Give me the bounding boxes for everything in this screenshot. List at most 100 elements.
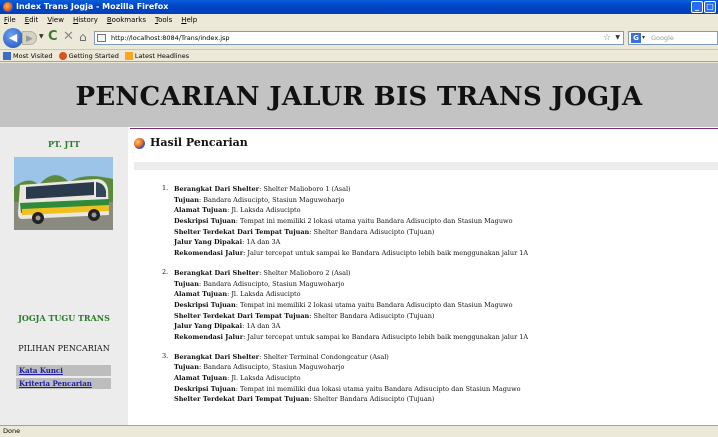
navigation-toolbar: ◀ ▶ ▼ C ✕ ⌂ http://localhost:8084/Trans/… xyxy=(0,26,718,50)
field-label: Tujuan xyxy=(174,279,199,288)
results-list: 1. Berangkat Dari Shelter: Shelter Malio… xyxy=(148,184,718,414)
back-button[interactable]: ◀ xyxy=(3,28,23,48)
field-label: Deskripsi Tujuan xyxy=(174,384,236,393)
history-dropdown-icon[interactable]: ▼ xyxy=(39,33,44,40)
field-value: : Tempat ini memiliki 2 lokasi utama yai… xyxy=(235,217,513,226)
firefox-icon xyxy=(3,2,13,12)
menu-edit[interactable]: Edit xyxy=(25,14,39,26)
bookmark-label: Latest Headlines xyxy=(134,51,190,60)
field-label: Deskripsi Tujuan xyxy=(174,217,236,226)
field-value: : Tempat ini memiliki 2 lokasi utama yai… xyxy=(235,300,513,309)
field-label: Berangkat Dari Shelter xyxy=(174,185,260,193)
stop-icon[interactable]: ✕ xyxy=(63,29,74,44)
field-label: Jalur Yang Dipakai xyxy=(174,322,243,331)
bookmark-getting-started[interactable]: Getting Started xyxy=(58,50,119,61)
divider xyxy=(130,128,718,129)
header-banner: PENCARIAN JALUR BIS TRANS JOGJA xyxy=(0,63,718,127)
minimize-button[interactable]: _ xyxy=(691,1,703,13)
field-value: : Shelter Bandara Adisucipto (Tujuan) xyxy=(309,395,435,404)
link-kriteria-pencarian[interactable]: Kriteria Pencarian xyxy=(16,378,111,389)
field-value: : Shelter Malioboro 1 (Asal) xyxy=(259,185,351,193)
main-panel: Hasil Pencarian 1. Berangkat Dari Shelte… xyxy=(128,127,718,425)
field-label: Alamat Tujuan xyxy=(174,206,228,215)
status-bar: Done xyxy=(0,425,718,437)
globe-icon xyxy=(134,138,145,149)
maximize-button[interactable]: □ xyxy=(704,1,716,13)
field-value: : Bandara Adisucipto, Stasiun Maguwoharj… xyxy=(198,363,345,372)
field-value: : Jalur tercepat untuk sampai ke Bandara… xyxy=(243,332,529,341)
field-label: Berangkat Dari Shelter xyxy=(174,268,260,277)
field-label: Berangkat Dari Shelter xyxy=(174,352,260,361)
bookmark-label: Most Visited xyxy=(13,51,53,60)
menu-history[interactable]: History xyxy=(73,14,98,26)
search-engine-dropdown-icon[interactable]: ▾ xyxy=(642,32,645,44)
field-label: Tujuan xyxy=(174,363,199,372)
search-placeholder: Google xyxy=(651,34,674,42)
field-label: Deskripsi Tujuan xyxy=(174,300,236,309)
field-value: : Jl. Laksda Adisucipto xyxy=(227,374,301,382)
field-label: Jalur Yang Dipakai xyxy=(174,238,243,247)
field-value: : 1A dan 3A xyxy=(242,238,281,247)
forward-button[interactable]: ▶ xyxy=(22,31,37,45)
field-value: : Bandara Adisucipto, Stasiun Maguwoharj… xyxy=(198,195,345,204)
field-value: : Bandara Adisucipto, Stasiun Maguwoharj… xyxy=(198,279,345,288)
field-label: Shelter Terdekat Dari Tempat Tujuan xyxy=(174,227,310,236)
list-item: 3. Berangkat Dari Shelter: Shelter Termi… xyxy=(148,352,718,405)
reload-icon[interactable]: C xyxy=(48,29,58,44)
field-value: : Tempat ini memiliki dua lokasi utama y… xyxy=(235,384,521,393)
results-heading: Hasil Pencarian xyxy=(150,136,248,149)
menu-bar: File Edit View History Bookmarks Tools H… xyxy=(0,14,718,26)
field-value: : 1A dan 3A xyxy=(242,322,281,331)
field-value: : Shelter Bandara Adisucipto (Tujuan) xyxy=(309,311,435,320)
field-value: : Shelter Malioboro 2 (Asal) xyxy=(259,268,351,277)
field-value: : Jl. Laksda Adisucipto xyxy=(227,206,301,215)
brand-name: JOGJA TUGU TRANS xyxy=(18,313,110,323)
home-icon[interactable]: ⌂ xyxy=(79,30,87,44)
field-label: Alamat Tujuan xyxy=(174,290,228,299)
bookmark-latest-headlines[interactable]: Latest Headlines xyxy=(124,50,190,61)
search-options-title: PILIHAN PENCARIAN xyxy=(18,344,110,353)
menu-tools[interactable]: Tools xyxy=(155,14,172,26)
google-icon[interactable]: G xyxy=(631,33,641,43)
field-value: : Jalur tercepat untuk sampai ke Bandara… xyxy=(243,249,529,258)
menu-bookmarks[interactable]: Bookmarks xyxy=(107,14,146,26)
bookmark-label: Getting Started xyxy=(68,51,119,60)
rss-icon xyxy=(124,51,133,60)
field-label: Shelter Terdekat Dari Tempat Tujuan xyxy=(174,395,310,404)
url-bar[interactable]: http://localhost:8084/Trans/index.jsp ☆ … xyxy=(94,31,624,45)
firefox-bookmark-icon xyxy=(58,51,67,60)
folder-icon xyxy=(3,51,11,60)
field-value: : Shelter Bandara Adisucipto (Tujuan) xyxy=(309,227,435,236)
window-controls: _ □ xyxy=(691,1,716,13)
bookmark-most-visited[interactable]: Most Visited xyxy=(3,50,53,61)
link-kata-kunci[interactable]: Kata Kunci xyxy=(16,365,111,376)
search-input[interactable]: G ▾ Google xyxy=(628,31,718,45)
menu-view[interactable]: View xyxy=(47,14,64,26)
page-icon xyxy=(97,34,106,42)
bookmark-star-icon[interactable]: ☆ xyxy=(603,32,611,44)
list-item: 1. Berangkat Dari Shelter: Shelter Malio… xyxy=(148,184,718,259)
item-number: 3. xyxy=(162,351,169,360)
page-title: PENCARIAN JALUR BIS TRANS JOGJA xyxy=(75,82,643,112)
url-dropdown-icon[interactable]: ▼ xyxy=(615,32,620,44)
menu-help[interactable]: Help xyxy=(181,14,197,26)
status-text: Done xyxy=(3,427,21,435)
field-value: : Shelter Terminal Condongcatur (Asal) xyxy=(259,352,389,361)
bus-image xyxy=(14,157,113,230)
field-label: Shelter Terdekat Dari Tempat Tujuan xyxy=(174,311,310,320)
list-item: 2. Berangkat Dari Shelter: Shelter Malio… xyxy=(148,268,718,343)
sidebar: PT. JTT JOGJA TUGU TRANS PILIHAN PENCARI… xyxy=(0,127,128,425)
url-text: http://localhost:8084/Trans/index.jsp xyxy=(111,34,230,42)
bookmarks-toolbar: Most Visited Getting Started Latest Head… xyxy=(0,50,718,62)
results-header-bar xyxy=(134,162,718,170)
item-number: 2. xyxy=(162,267,169,276)
company-name: PT. JTT xyxy=(48,139,80,149)
menu-file[interactable]: File xyxy=(4,14,16,26)
window-title-bar: Index Trans Jogja - Mozilla Firefox _ □ xyxy=(0,0,718,14)
page-content: PENCARIAN JALUR BIS TRANS JOGJA PT. JTT … xyxy=(0,63,718,425)
field-label: Alamat Tujuan xyxy=(174,374,228,382)
search-options-list: Kata Kunci Kriteria Pencarian xyxy=(16,365,111,391)
field-label: Rekomendasi Jalur xyxy=(174,332,244,341)
field-value: : Jl. Laksda Adisucipto xyxy=(227,290,301,299)
window-title: Index Trans Jogja - Mozilla Firefox xyxy=(16,2,169,11)
